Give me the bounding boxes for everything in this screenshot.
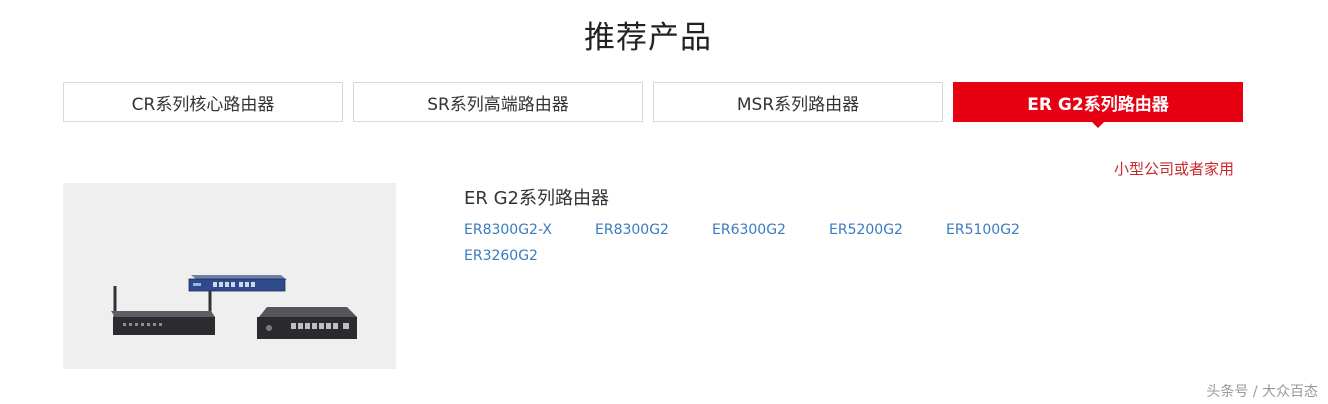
model-link-er8300g2-x[interactable]: ER8300G2-X (464, 222, 552, 238)
model-link-er3260g2[interactable]: ER3260G2 (464, 248, 538, 264)
router-products-illustration (111, 275, 357, 339)
desktop-router-image (257, 307, 357, 339)
tab-sr-series[interactable]: SR系列高端路由器 (353, 82, 643, 122)
section-title: 推荐产品 (584, 20, 712, 56)
active-tab-subtitle: 小型公司或者家用 (1113, 160, 1234, 178)
product-image[interactable] (63, 183, 396, 369)
series-title: ER G2系列路由器 (464, 188, 610, 209)
rack-router-image (188, 275, 287, 292)
model-link-er5100g2[interactable]: ER5100G2 (946, 222, 1020, 238)
wireless-router-image (111, 286, 215, 335)
tab-cr-series[interactable]: CR系列核心路由器 (63, 82, 343, 122)
model-link-er8300g2[interactable]: ER8300G2 (595, 222, 669, 238)
model-link-er6300g2[interactable]: ER6300G2 (712, 222, 786, 238)
watermark: 头条号 / 大众百态 (1206, 384, 1318, 400)
tab-msr-series[interactable]: MSR系列路由器 (653, 82, 943, 122)
model-link-er5200g2[interactable]: ER5200G2 (829, 222, 903, 238)
tab-er-g2-series[interactable]: ER G2系列路由器 (953, 82, 1243, 128)
product-tabs: CR系列核心路由器 SR系列高端路由器 MSR系列路由器 ER G2系列路由器 (63, 82, 1243, 128)
